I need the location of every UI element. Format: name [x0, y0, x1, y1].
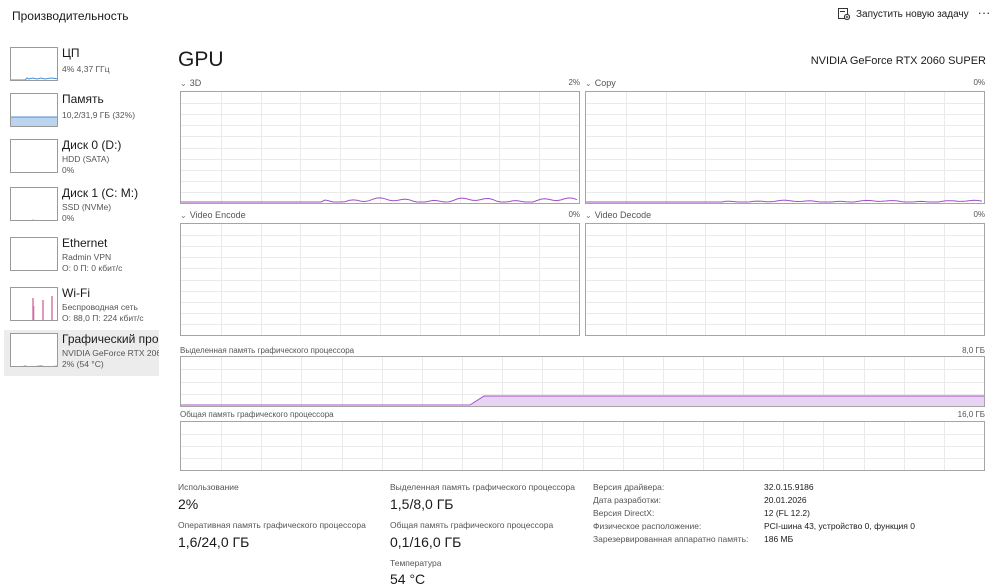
sidebar-item-detail: Беспроводная сеть: [62, 302, 138, 312]
sidebar-item-ethernet[interactable]: Ethernet Radmin VPN О: 0 П: 0 кбит/с: [4, 234, 159, 280]
gpu-ram-label: Оперативная память графического процессо…: [178, 520, 366, 530]
engine-label: Video Decode: [594, 210, 652, 220]
graph-copy-plot: [586, 92, 984, 203]
directx-version-label: Версия DirectX:: [593, 508, 655, 518]
gpu-heading: GPU: [178, 48, 224, 71]
engine-percent: 0%: [973, 210, 985, 219]
gpu-ram-value: 1,6/24,0 ГБ: [178, 534, 250, 550]
graph-video-encode-plot: [181, 224, 579, 335]
shared-memory-value: 0,1/16,0 ГБ: [390, 534, 462, 550]
sidebar-item-detail: 2% (54 °C): [62, 359, 104, 369]
chevron-down-icon: ⌄: [585, 211, 592, 220]
run-task-icon: [838, 8, 850, 20]
graph-copy: [585, 91, 985, 204]
physical-location-label: Физическое расположение:: [593, 521, 702, 531]
cpu-thumbnail: [10, 47, 58, 81]
directx-version-value: 12 (FL 12.2): [764, 508, 810, 518]
sidebar-item-detail: 0%: [62, 213, 75, 223]
graph-video-decode: [585, 223, 985, 336]
sidebar-item-disk-0[interactable]: Диск 0 (D:) HDD (SATA) 0%: [4, 136, 159, 182]
dedicated-memory-graph-max: 8,0 ГБ: [962, 346, 985, 355]
sidebar-item-detail: NVIDIA GeForce RTX 206: [62, 348, 159, 358]
usage-label: Использование: [178, 482, 239, 492]
engine-selector-copy[interactable]: ⌄ Copy: [585, 78, 616, 88]
driver-date-value: 20.01.2026: [764, 495, 807, 505]
chevron-down-icon: ⌄: [180, 211, 187, 220]
engine-selector-video-decode[interactable]: ⌄ Video Decode: [585, 210, 651, 220]
sidebar-item-label: Wi-Fi: [62, 286, 90, 300]
sidebar: ЦП 4% 4,37 ГГц Память 10,2/31,9 ГБ (32%)…: [0, 40, 160, 588]
run-task-label: Запустить новую задачу: [856, 8, 969, 20]
shared-memory-graph-max: 16,0 ГБ: [957, 410, 985, 419]
header-bar: Производительность Запустить новую задач…: [0, 0, 1000, 32]
engine-label: Copy: [594, 78, 616, 88]
disk-0-thumbnail: [10, 139, 58, 173]
engine-percent: 0%: [568, 210, 580, 219]
engine-percent: 0%: [973, 78, 985, 87]
reserved-memory-value: 186 МБ: [764, 534, 794, 544]
sidebar-item-label: Графический проц: [62, 332, 159, 346]
sidebar-item-detail: 0%: [62, 165, 75, 175]
temperature-label: Температура: [390, 558, 442, 568]
usage-trace: [586, 199, 983, 203]
engine-selector-video-encode[interactable]: ⌄ Video Encode: [180, 210, 246, 220]
dedicated-memory-label: Выделенная память графического процессор…: [390, 482, 575, 492]
gpu-model-name: NVIDIA GeForce RTX 2060 SUPER: [810, 55, 986, 67]
shared-memory-graph-label: Общая память графического процессора: [180, 410, 334, 419]
disk-1-thumbnail: [10, 187, 58, 221]
graph-dedicated-memory-plot: [181, 357, 984, 406]
gpu-thumbnail: [10, 333, 58, 367]
graph-shared-memory: [180, 421, 985, 471]
driver-date-label: Дата разработки:: [593, 495, 662, 505]
ethernet-thumbnail: [10, 237, 58, 271]
graph-3d: [180, 91, 580, 204]
sidebar-item-label: ЦП: [62, 46, 80, 60]
memory-usage-area: [470, 396, 984, 406]
wifi-thumbnail: [10, 287, 58, 321]
sidebar-item-wifi[interactable]: Wi-Fi Беспроводная сеть О: 88,0 П: 224 к…: [4, 284, 159, 330]
physical-location-value: PCI-шина 43, устройство 0, функция 0: [764, 521, 915, 531]
sidebar-item-label: Диск 1 (C: M:): [62, 186, 139, 200]
sidebar-item-label: Диск 0 (D:): [62, 138, 122, 152]
sidebar-item-detail: Radmin VPN: [62, 252, 112, 262]
driver-version-value: 32.0.15.9186: [764, 482, 814, 492]
shared-memory-label: Общая память графического процессора: [390, 520, 554, 530]
sidebar-item-detail: О: 88,0 П: 224 кбит/с: [62, 313, 144, 323]
sidebar-item-detail: HDD (SATA): [62, 154, 110, 164]
engine-label: Video Encode: [189, 210, 246, 220]
driver-version-label: Версия драйвера:: [593, 482, 665, 492]
graph-video-encode: [180, 223, 580, 336]
memory-thumbnail: [10, 93, 58, 127]
sidebar-item-memory[interactable]: Память 10,2/31,9 ГБ (32%): [4, 90, 159, 136]
chevron-down-icon: ⌄: [180, 79, 187, 88]
usage-trace: [181, 197, 578, 203]
sidebar-item-detail: SSD (NVMe): [62, 202, 112, 212]
gpu-stats: Использование 2% Выделенная память графи…: [178, 480, 998, 588]
temperature-value: 54 °C: [390, 571, 426, 587]
chevron-down-icon: ⌄: [585, 79, 592, 88]
engine-label: 3D: [189, 78, 202, 88]
sidebar-item-disk-1[interactable]: Диск 1 (C: M:) SSD (NVMe) 0%: [4, 184, 159, 230]
graph-video-decode-plot: [586, 224, 984, 335]
sidebar-item-gpu[interactable]: Графический проц NVIDIA GeForce RTX 206 …: [4, 330, 159, 376]
reserved-memory-label: Зарезервированная аппаратно память:: [593, 534, 749, 544]
graph-shared-memory-plot: [181, 422, 984, 470]
page-title: Производительность: [12, 9, 129, 23]
dedicated-memory-graph-label: Выделенная память графического процессор…: [180, 346, 355, 355]
graph-dedicated-memory: [180, 356, 985, 407]
sidebar-item-cpu[interactable]: ЦП 4% 4,37 ГГц: [4, 44, 159, 90]
run-task-button[interactable]: Запустить новую задачу: [838, 8, 969, 20]
sidebar-item-detail: О: 0 П: 0 кбит/с: [62, 263, 123, 273]
more-icon[interactable]: ···: [974, 6, 994, 24]
sidebar-item-label: Память: [62, 92, 104, 106]
dedicated-memory-value: 1,5/8,0 ГБ: [390, 496, 454, 512]
engine-percent: 2%: [568, 78, 580, 87]
usage-value: 2%: [178, 496, 199, 512]
sidebar-item-detail: 10,2/31,9 ГБ (32%): [62, 110, 136, 120]
sidebar-item-detail: 4% 4,37 ГГц: [62, 64, 110, 74]
graph-3d-plot: [181, 92, 579, 203]
sidebar-item-label: Ethernet: [62, 236, 108, 250]
engine-selector-3d[interactable]: ⌄ 3D: [180, 78, 201, 88]
